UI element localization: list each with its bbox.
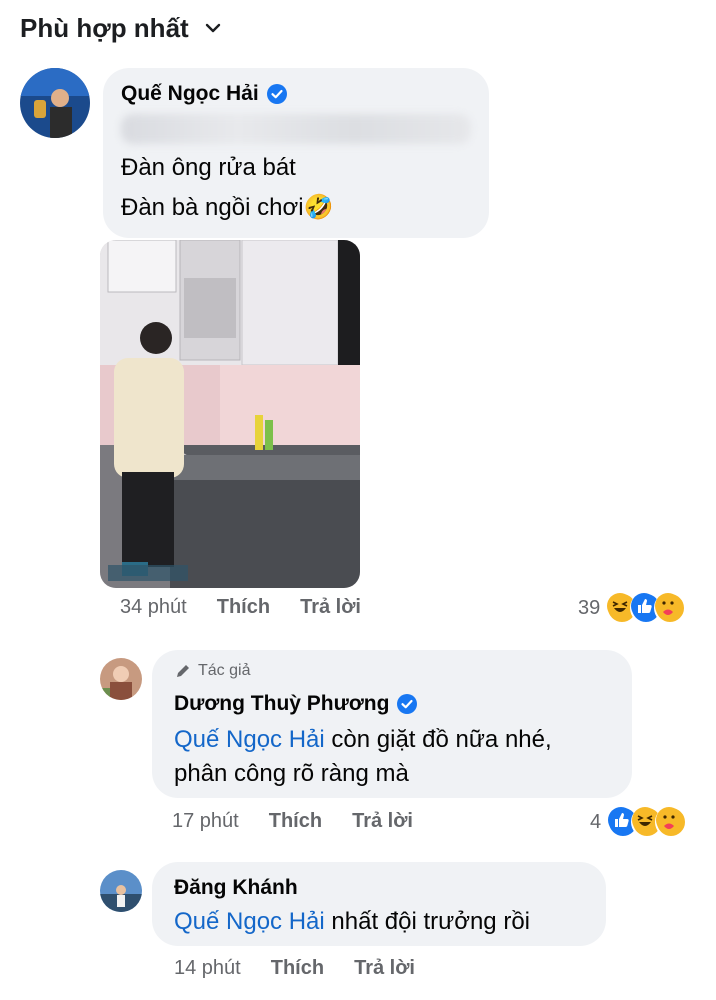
care-icon bbox=[655, 806, 688, 838]
reaction-summary[interactable]: 39 bbox=[578, 592, 687, 624]
comment-line: Đàn ông rửa bát bbox=[121, 154, 296, 181]
attached-photo[interactable] bbox=[100, 240, 360, 588]
reaction-summary[interactable]: 4 bbox=[590, 806, 688, 838]
comment-time[interactable]: 17 phút bbox=[172, 810, 239, 833]
blurred-text bbox=[121, 114, 471, 144]
author-name[interactable]: Đăng Khánh bbox=[174, 876, 298, 900]
reply-button[interactable]: Trả lời bbox=[354, 957, 415, 980]
comment-time[interactable]: 14 phút bbox=[174, 957, 241, 980]
comment-bubble: Quế Ngọc Hải Đàn ông rửa bát Đàn bà ngồi… bbox=[103, 68, 489, 238]
comment-line: Đàn bà ngồi chơi🤣 bbox=[121, 194, 334, 221]
mention-link[interactable]: Quế Ngọc Hải bbox=[174, 726, 325, 753]
reaction-count: 39 bbox=[578, 596, 601, 619]
author-tag: Tác giả bbox=[198, 662, 251, 679]
verified-badge-icon bbox=[266, 84, 287, 104]
comment-text: nhất đội trưởng rồi bbox=[324, 908, 530, 935]
verified-badge-icon bbox=[397, 694, 418, 714]
mention-link[interactable]: Quế Ngọc Hải bbox=[174, 908, 325, 935]
sort-dropdown[interactable]: Phù hợp nhất bbox=[20, 8, 223, 48]
care-icon bbox=[654, 592, 687, 624]
comment-bubble: Đăng Khánh Quế Ngọc Hải nhất đội trưởng … bbox=[152, 862, 606, 946]
author-name[interactable]: Quế Ngọc Hải bbox=[121, 82, 259, 106]
avatar[interactable] bbox=[100, 658, 142, 700]
pencil-icon bbox=[177, 665, 189, 677]
avatar[interactable] bbox=[20, 68, 90, 138]
chevron-down-icon bbox=[205, 23, 220, 33]
like-button[interactable]: Thích bbox=[217, 596, 270, 619]
like-button[interactable]: Thích bbox=[269, 810, 322, 833]
avatar[interactable] bbox=[100, 870, 142, 912]
comment-text: còn giặt đồ nữa nhé, bbox=[324, 726, 552, 753]
comment-time[interactable]: 34 phút bbox=[120, 596, 187, 619]
like-button[interactable]: Thích bbox=[271, 957, 324, 980]
reply-button[interactable]: Trả lời bbox=[300, 596, 361, 619]
reply-button[interactable]: Trả lời bbox=[352, 810, 413, 833]
author-name[interactable]: Dương Thuỳ Phương bbox=[174, 692, 389, 716]
comment-line: phân công rõ ràng mà bbox=[174, 760, 409, 787]
reaction-count: 4 bbox=[590, 810, 602, 833]
comment-bubble: Tác giả Dương Thuỳ Phương Quế Ngọc Hải c… bbox=[152, 650, 632, 798]
sort-label: Phù hợp nhất bbox=[20, 12, 189, 43]
